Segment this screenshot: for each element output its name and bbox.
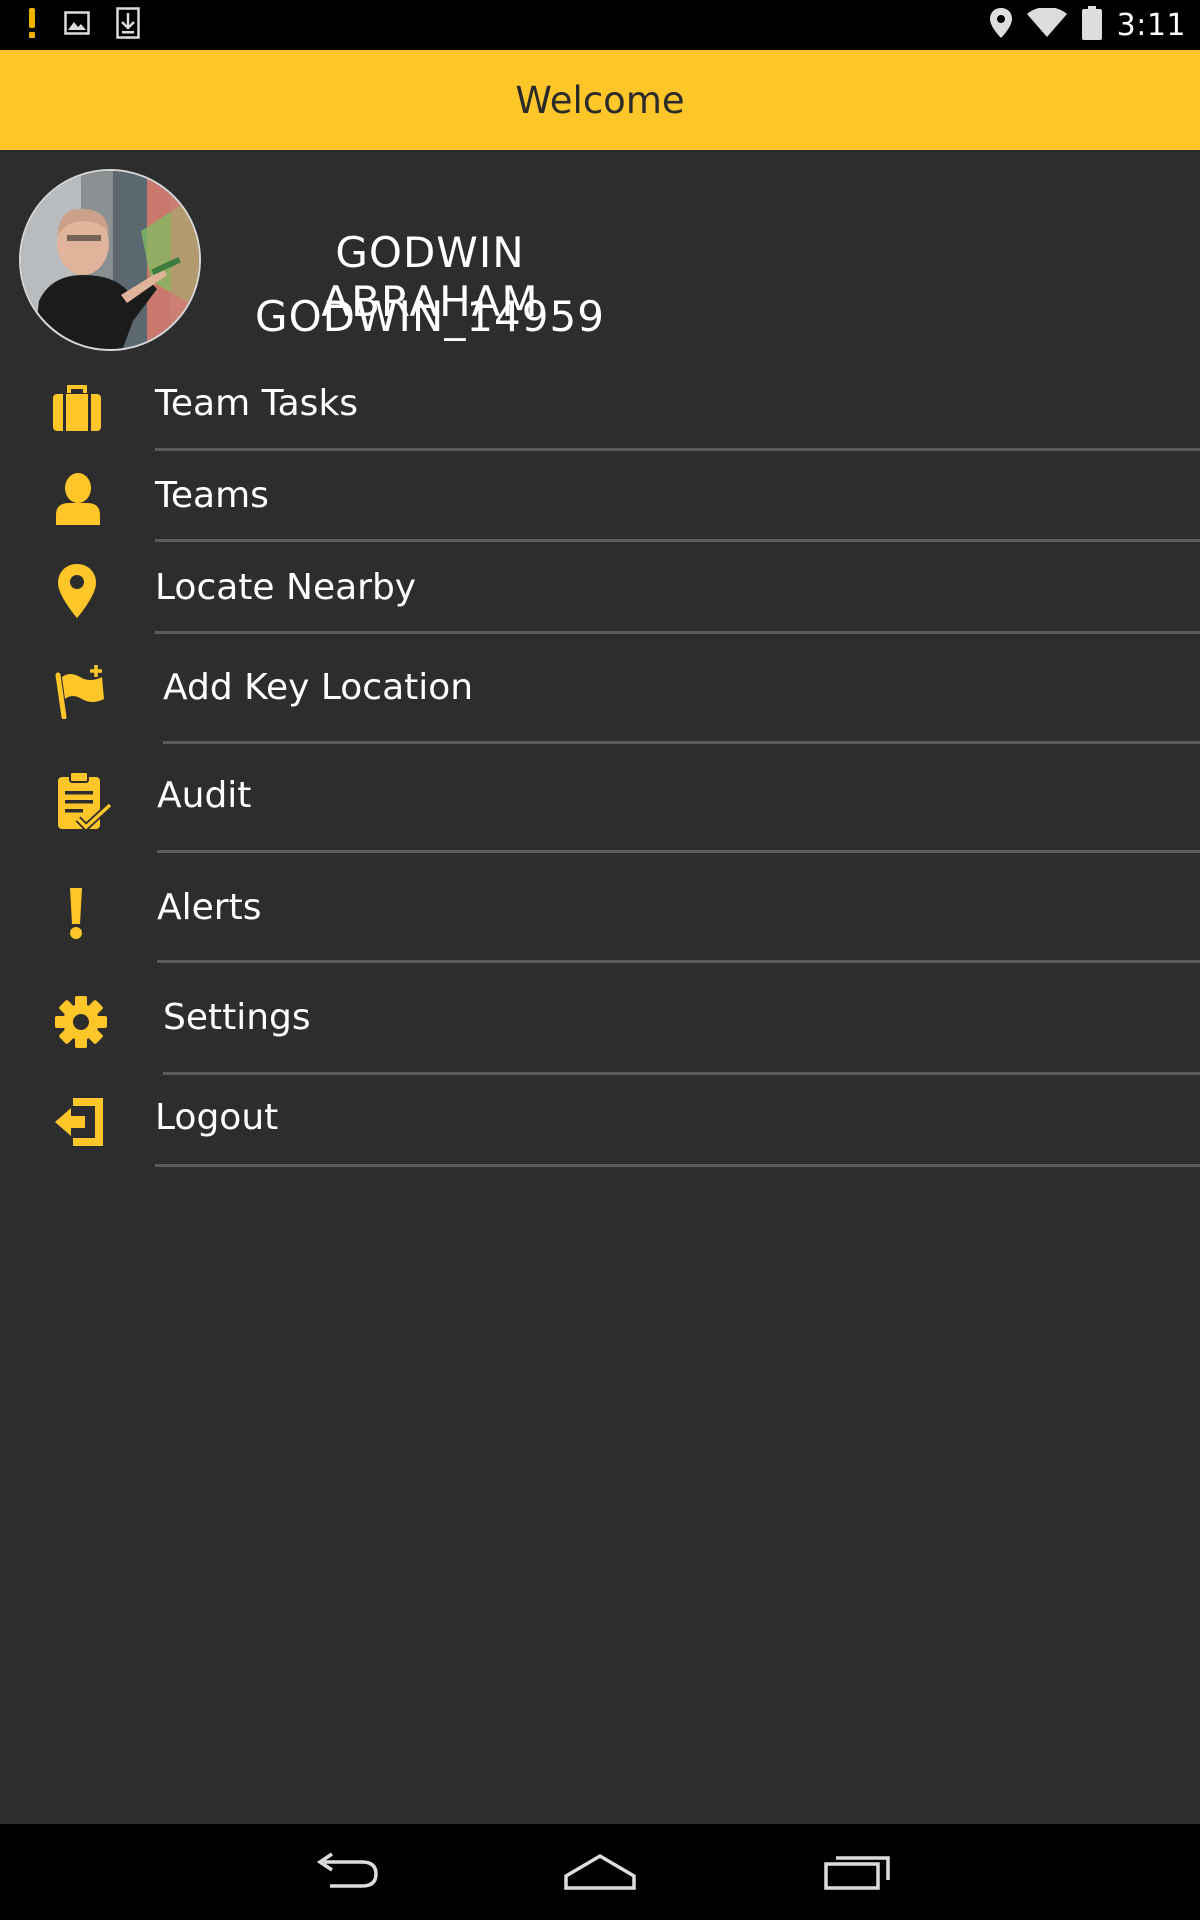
avatar[interactable] [19,169,201,351]
menu-item-add-key-location[interactable]: Add Key Location [0,639,1200,747]
status-bar: 3:11 [0,0,1200,50]
menu-item-teams[interactable]: Teams [0,455,1200,547]
clipboard-check-icon [56,771,112,831]
flag-add-icon [54,663,108,719]
divider [163,741,1200,744]
recents-icon[interactable] [812,1842,902,1902]
person-icon [54,472,102,526]
menu-item-label: Audit [157,775,252,816]
menu-item-audit[interactable]: Audit [0,747,1200,855]
app-header: Welcome [0,50,1200,150]
briefcase-icon [52,382,102,434]
menu-item-alerts[interactable]: Alerts [0,855,1200,965]
image-icon [64,11,90,39]
menu-item-label: Add Key Location [163,667,474,708]
status-time: 3:11 [1116,7,1186,43]
app-screen: 3:11 Welcome GODWIN ABRAHAM GODWIN_14959 [0,0,1200,1920]
divider [155,539,1200,542]
logout-icon [52,1095,106,1149]
location-icon [989,7,1013,43]
menu-item-label: Teams [155,475,269,516]
divider [155,631,1200,634]
divider [155,1164,1200,1167]
avatar-photo [21,171,199,349]
back-icon[interactable] [300,1842,390,1902]
system-nav-bar [0,1824,1200,1920]
map-pin-icon [56,562,98,620]
menu-item-label: Locate Nearby [155,567,417,608]
exclamation-icon [64,885,88,941]
menu-item-team-tasks[interactable]: Team Tasks [0,365,1200,455]
gear-icon [54,995,108,1049]
download-icon [116,7,140,43]
menu-item-label: Team Tasks [155,383,359,424]
menu-item-logout[interactable]: Logout [0,1075,1200,1169]
user-id: GODWIN_14959 [255,292,605,341]
wifi-icon [1026,7,1067,42]
divider [155,448,1200,451]
menu-item-label: Settings [163,997,311,1038]
divider [157,960,1200,963]
menu-item-settings[interactable]: Settings [0,965,1200,1075]
page-title: Welcome [515,78,685,122]
menu-item-label: Logout [155,1097,279,1138]
menu-item-label: Alerts [157,887,262,928]
home-icon[interactable] [555,1842,645,1902]
divider [157,850,1200,853]
alert-icon [26,8,38,42]
menu-item-locate-nearby[interactable]: Locate Nearby [0,547,1200,639]
battery-icon [1081,6,1103,44]
